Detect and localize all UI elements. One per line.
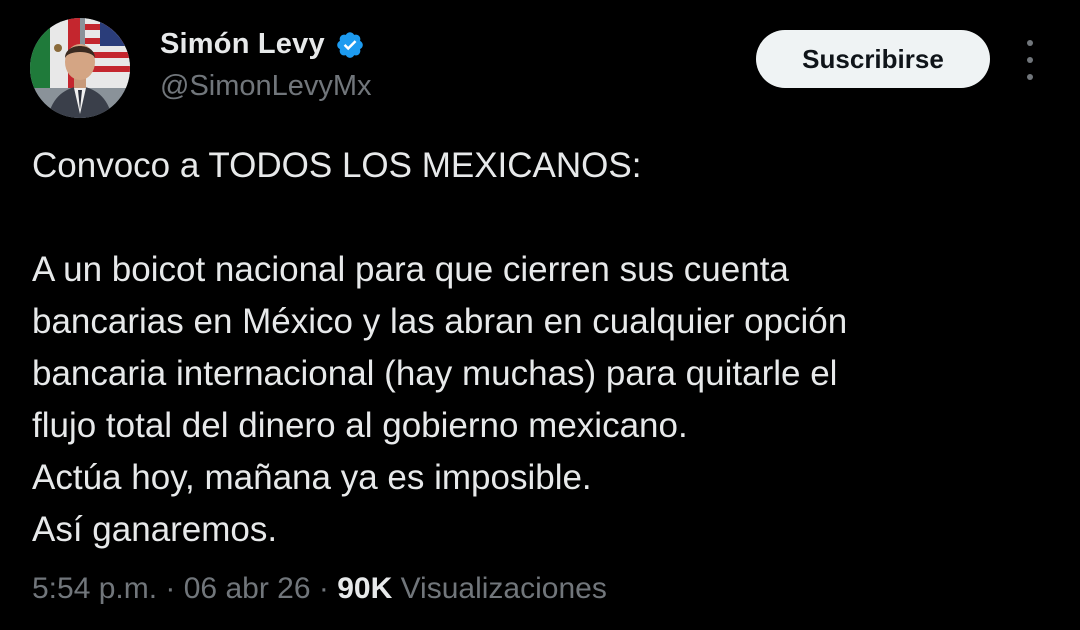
meta-separator: ·: [157, 572, 184, 605]
views-count: 90K: [337, 572, 393, 605]
tweet-line: A un boicot nacional para que cierren su…: [32, 250, 789, 289]
tweet: Simón Levy @SimonLevyMx Suscribirse Conv…: [0, 0, 1080, 630]
author-name-row[interactable]: Simón Levy: [160, 28, 365, 61]
tweet-date[interactable]: 06 abr 26: [184, 572, 311, 605]
tweet-line: Así ganaremos.: [32, 510, 278, 549]
views-label: Visualizaciones: [400, 572, 607, 605]
tweet-line: Convoco a TODOS LOS MEXICANOS:: [32, 146, 642, 185]
author-handle[interactable]: @SimonLevyMx: [160, 70, 372, 103]
tweet-time[interactable]: 5:54 p.m.: [32, 572, 157, 605]
subscribe-button[interactable]: Suscribirse: [756, 30, 990, 88]
tweet-text: Convoco a TODOS LOS MEXICANOS: A un boic…: [32, 140, 1052, 556]
tweet-line: bancaria internacional (hay muchas) para…: [32, 354, 838, 393]
meta-separator: ·: [310, 572, 338, 605]
more-options-icon[interactable]: [1018, 40, 1042, 80]
avatar[interactable]: [30, 18, 130, 118]
tweet-line: bancarias en México y las abran en cualq…: [32, 302, 848, 341]
tweet-line: flujo total del dinero al gobierno mexic…: [32, 406, 688, 445]
verified-badge-icon: [335, 30, 365, 60]
tweet-meta: 5:54 p.m. · 06 abr 26 · 90K Visualizacio…: [32, 572, 607, 606]
author-display-name[interactable]: Simón Levy: [160, 28, 325, 61]
tweet-line: Actúa hoy, mañana ya es imposible.: [32, 458, 592, 497]
tweet-line-blank: [32, 192, 1052, 244]
